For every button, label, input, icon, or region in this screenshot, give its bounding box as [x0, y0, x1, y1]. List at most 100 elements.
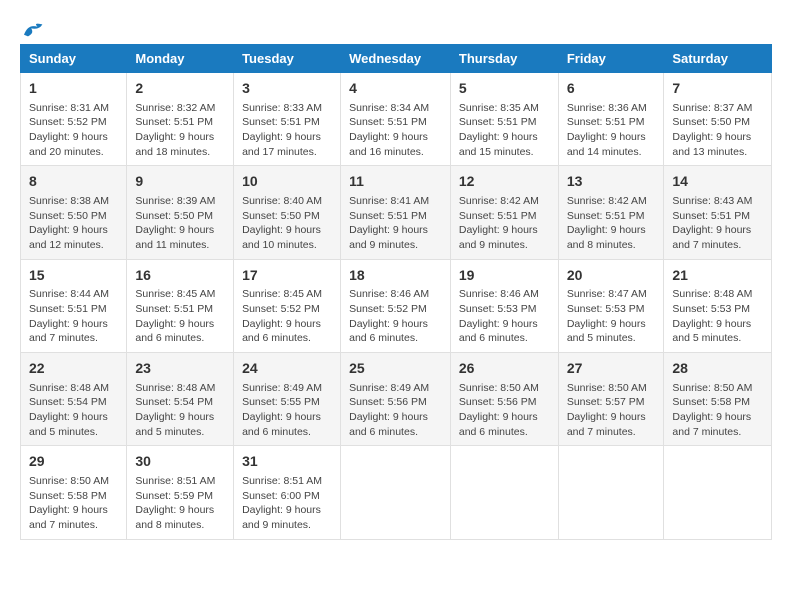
day-info: Sunrise: 8:50 AM Sunset: 5:56 PM Dayligh… — [459, 381, 550, 440]
day-info: Sunrise: 8:41 AM Sunset: 5:51 PM Dayligh… — [349, 194, 442, 253]
calendar-cell: 23Sunrise: 8:48 AM Sunset: 5:54 PM Dayli… — [127, 353, 234, 446]
calendar-week-row: 15Sunrise: 8:44 AM Sunset: 5:51 PM Dayli… — [21, 259, 772, 352]
day-info: Sunrise: 8:38 AM Sunset: 5:50 PM Dayligh… — [29, 194, 118, 253]
calendar-cell: 2Sunrise: 8:32 AM Sunset: 5:51 PM Daylig… — [127, 73, 234, 166]
day-info: Sunrise: 8:44 AM Sunset: 5:51 PM Dayligh… — [29, 287, 118, 346]
day-info: Sunrise: 8:50 AM Sunset: 5:58 PM Dayligh… — [29, 474, 118, 533]
calendar-cell: 9Sunrise: 8:39 AM Sunset: 5:50 PM Daylig… — [127, 166, 234, 259]
column-header-monday: Monday — [127, 45, 234, 73]
day-info: Sunrise: 8:32 AM Sunset: 5:51 PM Dayligh… — [135, 101, 225, 160]
calendar-cell: 26Sunrise: 8:50 AM Sunset: 5:56 PM Dayli… — [450, 353, 558, 446]
calendar-cell: 28Sunrise: 8:50 AM Sunset: 5:58 PM Dayli… — [664, 353, 772, 446]
day-info: Sunrise: 8:37 AM Sunset: 5:50 PM Dayligh… — [672, 101, 763, 160]
calendar-table: SundayMondayTuesdayWednesdayThursdayFrid… — [20, 44, 772, 540]
day-info: Sunrise: 8:51 AM Sunset: 5:59 PM Dayligh… — [135, 474, 225, 533]
day-number: 2 — [135, 79, 225, 99]
column-header-thursday: Thursday — [450, 45, 558, 73]
day-number: 31 — [242, 452, 332, 472]
column-header-friday: Friday — [558, 45, 664, 73]
day-number: 12 — [459, 172, 550, 192]
calendar-cell: 15Sunrise: 8:44 AM Sunset: 5:51 PM Dayli… — [21, 259, 127, 352]
day-info: Sunrise: 8:40 AM Sunset: 5:50 PM Dayligh… — [242, 194, 332, 253]
day-info: Sunrise: 8:33 AM Sunset: 5:51 PM Dayligh… — [242, 101, 332, 160]
calendar-cell: 3Sunrise: 8:33 AM Sunset: 5:51 PM Daylig… — [234, 73, 341, 166]
calendar-cell: 7Sunrise: 8:37 AM Sunset: 5:50 PM Daylig… — [664, 73, 772, 166]
day-info: Sunrise: 8:48 AM Sunset: 5:54 PM Dayligh… — [135, 381, 225, 440]
day-number: 18 — [349, 266, 442, 286]
day-info: Sunrise: 8:43 AM Sunset: 5:51 PM Dayligh… — [672, 194, 763, 253]
day-number: 28 — [672, 359, 763, 379]
day-info: Sunrise: 8:49 AM Sunset: 5:55 PM Dayligh… — [242, 381, 332, 440]
calendar-cell — [450, 446, 558, 539]
day-info: Sunrise: 8:49 AM Sunset: 5:56 PM Dayligh… — [349, 381, 442, 440]
calendar-cell: 16Sunrise: 8:45 AM Sunset: 5:51 PM Dayli… — [127, 259, 234, 352]
calendar-cell — [664, 446, 772, 539]
logo — [20, 20, 48, 40]
day-info: Sunrise: 8:48 AM Sunset: 5:54 PM Dayligh… — [29, 381, 118, 440]
day-info: Sunrise: 8:51 AM Sunset: 6:00 PM Dayligh… — [242, 474, 332, 533]
calendar-week-row: 1Sunrise: 8:31 AM Sunset: 5:52 PM Daylig… — [21, 73, 772, 166]
day-info: Sunrise: 8:31 AM Sunset: 5:52 PM Dayligh… — [29, 101, 118, 160]
day-info: Sunrise: 8:50 AM Sunset: 5:58 PM Dayligh… — [672, 381, 763, 440]
column-header-tuesday: Tuesday — [234, 45, 341, 73]
calendar-cell: 6Sunrise: 8:36 AM Sunset: 5:51 PM Daylig… — [558, 73, 664, 166]
calendar-cell: 27Sunrise: 8:50 AM Sunset: 5:57 PM Dayli… — [558, 353, 664, 446]
day-number: 13 — [567, 172, 656, 192]
day-info: Sunrise: 8:48 AM Sunset: 5:53 PM Dayligh… — [672, 287, 763, 346]
calendar-week-row: 29Sunrise: 8:50 AM Sunset: 5:58 PM Dayli… — [21, 446, 772, 539]
calendar-cell: 4Sunrise: 8:34 AM Sunset: 5:51 PM Daylig… — [341, 73, 451, 166]
day-number: 22 — [29, 359, 118, 379]
calendar-cell: 21Sunrise: 8:48 AM Sunset: 5:53 PM Dayli… — [664, 259, 772, 352]
day-info: Sunrise: 8:50 AM Sunset: 5:57 PM Dayligh… — [567, 381, 656, 440]
day-number: 5 — [459, 79, 550, 99]
day-number: 24 — [242, 359, 332, 379]
calendar-cell: 8Sunrise: 8:38 AM Sunset: 5:50 PM Daylig… — [21, 166, 127, 259]
calendar-cell: 20Sunrise: 8:47 AM Sunset: 5:53 PM Dayli… — [558, 259, 664, 352]
day-number: 20 — [567, 266, 656, 286]
calendar-cell: 19Sunrise: 8:46 AM Sunset: 5:53 PM Dayli… — [450, 259, 558, 352]
calendar-cell: 24Sunrise: 8:49 AM Sunset: 5:55 PM Dayli… — [234, 353, 341, 446]
day-number: 6 — [567, 79, 656, 99]
day-number: 30 — [135, 452, 225, 472]
calendar-cell: 29Sunrise: 8:50 AM Sunset: 5:58 PM Dayli… — [21, 446, 127, 539]
calendar-cell: 17Sunrise: 8:45 AM Sunset: 5:52 PM Dayli… — [234, 259, 341, 352]
day-number: 8 — [29, 172, 118, 192]
day-number: 26 — [459, 359, 550, 379]
day-number: 14 — [672, 172, 763, 192]
column-header-sunday: Sunday — [21, 45, 127, 73]
day-number: 23 — [135, 359, 225, 379]
day-number: 21 — [672, 266, 763, 286]
day-info: Sunrise: 8:42 AM Sunset: 5:51 PM Dayligh… — [459, 194, 550, 253]
day-info: Sunrise: 8:47 AM Sunset: 5:53 PM Dayligh… — [567, 287, 656, 346]
day-info: Sunrise: 8:45 AM Sunset: 5:51 PM Dayligh… — [135, 287, 225, 346]
calendar-cell: 11Sunrise: 8:41 AM Sunset: 5:51 PM Dayli… — [341, 166, 451, 259]
calendar-cell: 5Sunrise: 8:35 AM Sunset: 5:51 PM Daylig… — [450, 73, 558, 166]
calendar-cell: 22Sunrise: 8:48 AM Sunset: 5:54 PM Dayli… — [21, 353, 127, 446]
logo-bird-icon — [20, 20, 44, 40]
calendar-week-row: 8Sunrise: 8:38 AM Sunset: 5:50 PM Daylig… — [21, 166, 772, 259]
day-number: 1 — [29, 79, 118, 99]
calendar-cell: 31Sunrise: 8:51 AM Sunset: 6:00 PM Dayli… — [234, 446, 341, 539]
column-header-wednesday: Wednesday — [341, 45, 451, 73]
day-number: 17 — [242, 266, 332, 286]
day-number: 16 — [135, 266, 225, 286]
day-number: 10 — [242, 172, 332, 192]
calendar-cell: 14Sunrise: 8:43 AM Sunset: 5:51 PM Dayli… — [664, 166, 772, 259]
day-number: 27 — [567, 359, 656, 379]
day-number: 4 — [349, 79, 442, 99]
day-info: Sunrise: 8:39 AM Sunset: 5:50 PM Dayligh… — [135, 194, 225, 253]
calendar-cell: 12Sunrise: 8:42 AM Sunset: 5:51 PM Dayli… — [450, 166, 558, 259]
calendar-cell: 10Sunrise: 8:40 AM Sunset: 5:50 PM Dayli… — [234, 166, 341, 259]
day-number: 25 — [349, 359, 442, 379]
day-info: Sunrise: 8:42 AM Sunset: 5:51 PM Dayligh… — [567, 194, 656, 253]
calendar-cell: 13Sunrise: 8:42 AM Sunset: 5:51 PM Dayli… — [558, 166, 664, 259]
day-number: 11 — [349, 172, 442, 192]
day-number: 29 — [29, 452, 118, 472]
day-number: 7 — [672, 79, 763, 99]
day-info: Sunrise: 8:34 AM Sunset: 5:51 PM Dayligh… — [349, 101, 442, 160]
calendar-cell — [341, 446, 451, 539]
calendar-cell — [558, 446, 664, 539]
calendar-cell: 18Sunrise: 8:46 AM Sunset: 5:52 PM Dayli… — [341, 259, 451, 352]
day-number: 15 — [29, 266, 118, 286]
day-number: 19 — [459, 266, 550, 286]
